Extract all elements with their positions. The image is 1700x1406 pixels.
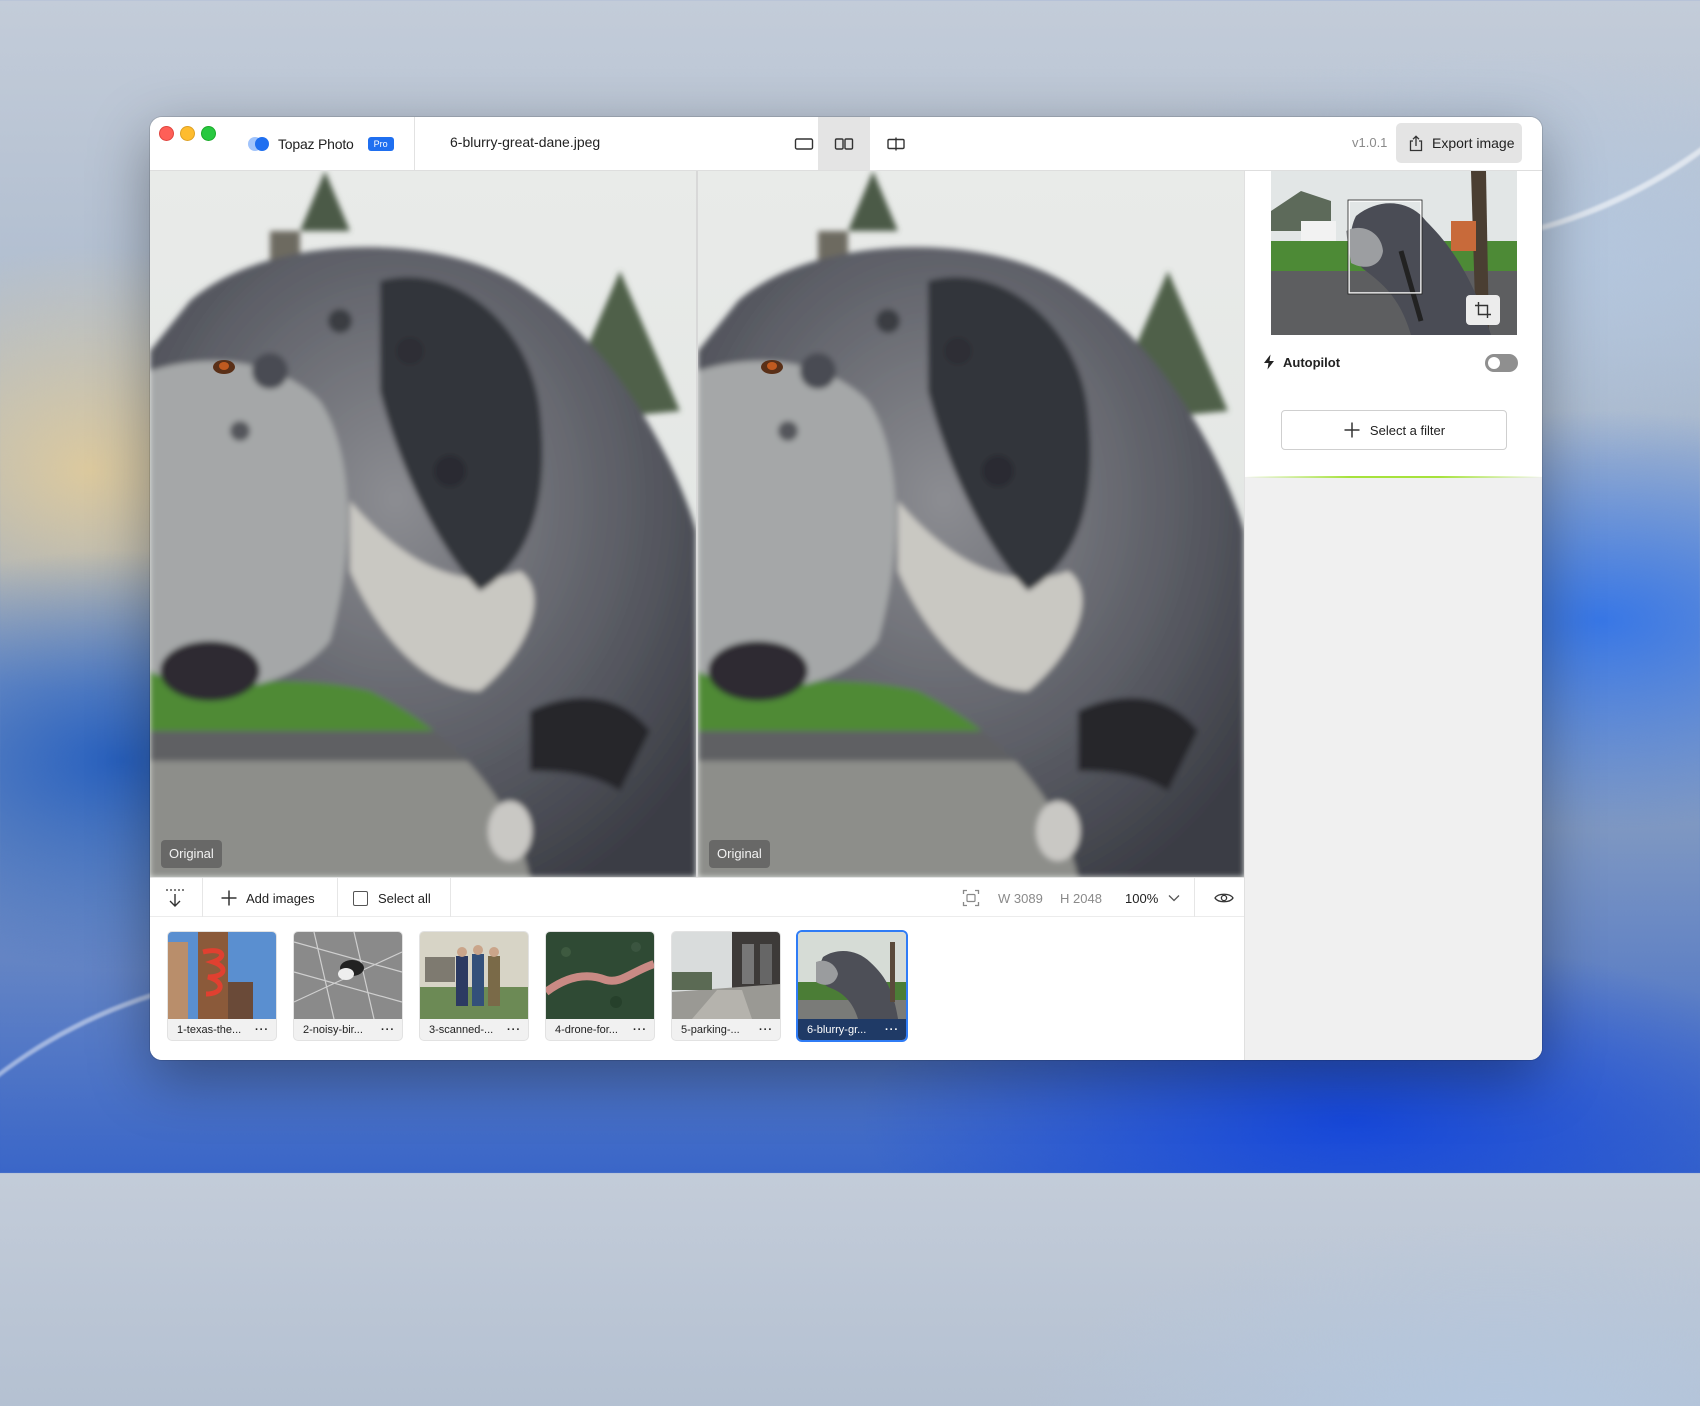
- thumbnail-name: 1-texas-the...: [177, 1023, 242, 1036]
- split-view-icon: [887, 137, 905, 150]
- focus-frame-icon: [962, 889, 980, 907]
- more-options-icon[interactable]: ···: [633, 1024, 647, 1036]
- current-filename: 6-blurry-great-dane.jpeg: [450, 134, 601, 150]
- thumbnail-image: [798, 932, 906, 1019]
- collapse-filmstrip-button[interactable]: [164, 878, 186, 918]
- thumbnail-image: [294, 932, 402, 1019]
- divider: [202, 878, 203, 918]
- more-options-icon[interactable]: ···: [381, 1024, 395, 1036]
- download-arrow-icon: [166, 889, 184, 907]
- crop-icon: [1475, 302, 1491, 318]
- divider: [450, 878, 451, 918]
- plus-icon: [1344, 422, 1360, 438]
- thumbnail-caption: 1-texas-the... ···: [168, 1019, 276, 1040]
- filmstrip-thumbnail[interactable]: 4-drone-for... ···: [546, 932, 654, 1040]
- image-width: W 3089: [998, 890, 1043, 906]
- split-view-button[interactable]: [870, 117, 922, 170]
- thumbnail-name: 2-noisy-bir...: [303, 1023, 363, 1036]
- filmstrip-thumbnail[interactable]: 1-texas-the... ···: [168, 932, 276, 1040]
- app-brand: Topaz Photo Pro: [248, 135, 394, 153]
- select-filter-label: Select a filter: [1369, 422, 1446, 438]
- filmstrip-thumbnail-selected[interactable]: 6-blurry-gr... ···: [798, 932, 906, 1040]
- zoom-value: 100%: [1125, 890, 1159, 906]
- export-image-button[interactable]: Export image: [1396, 123, 1522, 163]
- more-options-icon[interactable]: ···: [507, 1024, 521, 1036]
- filmstrip-thumbnail[interactable]: 3-scanned-... ···: [420, 932, 528, 1040]
- plus-icon: [221, 890, 237, 906]
- preview-pane[interactable]: Original: [698, 171, 1244, 877]
- version-label: v1.0.1: [1352, 135, 1388, 150]
- eye-icon: [1214, 893, 1234, 903]
- progress-glow: [1245, 476, 1542, 478]
- thumbnail-image: [420, 932, 528, 1019]
- toggle-knob: [1488, 357, 1500, 369]
- divider: [337, 878, 338, 918]
- more-options-icon[interactable]: ···: [885, 1024, 899, 1036]
- side-by-side-view-icon: [834, 137, 854, 150]
- minimize-window-button[interactable]: [180, 126, 195, 141]
- thumbnail-caption: 6-blurry-gr... ···: [798, 1019, 906, 1040]
- toggle-preview-button[interactable]: [1204, 878, 1244, 918]
- checkbox-box: [353, 890, 368, 906]
- original-label: Original: [709, 840, 770, 868]
- pro-badge: Pro: [367, 137, 394, 151]
- crop-button[interactable]: [1466, 295, 1500, 325]
- filmstrip-thumbnail[interactable]: 5-parking-... ···: [672, 932, 780, 1040]
- chevron-down-icon: [1168, 895, 1180, 902]
- thumbnail-name: 6-blurry-gr...: [807, 1023, 867, 1036]
- thumbnail-name: 3-scanned-...: [429, 1023, 494, 1036]
- thumbnail-image: [168, 932, 276, 1019]
- filmstrip-toolbar: Add images Select all W 3089 H 2048 100%: [150, 877, 1244, 918]
- select-all-label: Select all: [378, 890, 431, 906]
- filmstrip-thumbnail[interactable]: 2-noisy-bir... ···: [294, 932, 402, 1040]
- single-view-icon: [794, 137, 814, 150]
- close-window-button[interactable]: [159, 126, 174, 141]
- autopilot-toggle[interactable]: [1485, 354, 1518, 372]
- divider: [414, 117, 415, 170]
- thumbnail-name: 5-parking-...: [681, 1023, 740, 1036]
- dog-photo-right: [698, 171, 1244, 877]
- filmstrip: 1-texas-the... ··· 2-noisy-bir... ··· 3-…: [150, 917, 1244, 1060]
- thumbnail-image: [546, 932, 654, 1019]
- autopilot-row: Autopilot: [1263, 354, 1340, 370]
- select-all-checkbox[interactable]: Select all: [353, 878, 431, 918]
- autopilot-label: Autopilot: [1283, 354, 1341, 370]
- thumbnail-image: [672, 932, 780, 1019]
- thumbnail-caption: 2-noisy-bir... ···: [294, 1019, 402, 1040]
- more-options-icon[interactable]: ···: [255, 1024, 269, 1036]
- select-filter-button[interactable]: Select a filter: [1281, 410, 1507, 450]
- add-images-button[interactable]: Add images: [220, 878, 315, 918]
- sidebar-panel: Autopilot Select a filter: [1245, 171, 1542, 478]
- image-height: H 2048: [1060, 890, 1102, 906]
- thumbnail-caption: 5-parking-... ···: [672, 1019, 780, 1040]
- add-images-label: Add images: [246, 890, 315, 906]
- original-pane[interactable]: Original: [150, 171, 696, 877]
- original-label: Original: [161, 840, 222, 868]
- divider: [1194, 878, 1195, 918]
- topaz-logo-icon: [248, 136, 270, 152]
- app-window: Topaz Photo Pro 6-blurry-great-dane.jpeg…: [150, 117, 1542, 1060]
- side-by-side-view-button[interactable]: [818, 117, 870, 170]
- thumbnail-name: 4-drone-for...: [555, 1023, 618, 1036]
- dog-photo-left: [150, 171, 696, 877]
- app-name: Topaz Photo: [278, 136, 354, 152]
- thumbnail-caption: 4-drone-for... ···: [546, 1019, 654, 1040]
- thumbnail-caption: 3-scanned-... ···: [420, 1019, 528, 1040]
- fit-screen-button[interactable]: [962, 878, 980, 918]
- zoom-select[interactable]: 100%: [1125, 878, 1180, 918]
- lightning-bolt-icon: [1264, 354, 1274, 370]
- title-bar: Topaz Photo Pro 6-blurry-great-dane.jpeg…: [150, 117, 1542, 171]
- right-sidebar: Autopilot Select a filter: [1244, 171, 1542, 1060]
- share-export-icon: [1409, 134, 1423, 151]
- zoom-window-button[interactable]: [201, 126, 216, 141]
- image-canvas[interactable]: Original Original: [150, 171, 1244, 877]
- export-image-label: Export image: [1432, 135, 1515, 151]
- more-options-icon[interactable]: ···: [759, 1024, 773, 1036]
